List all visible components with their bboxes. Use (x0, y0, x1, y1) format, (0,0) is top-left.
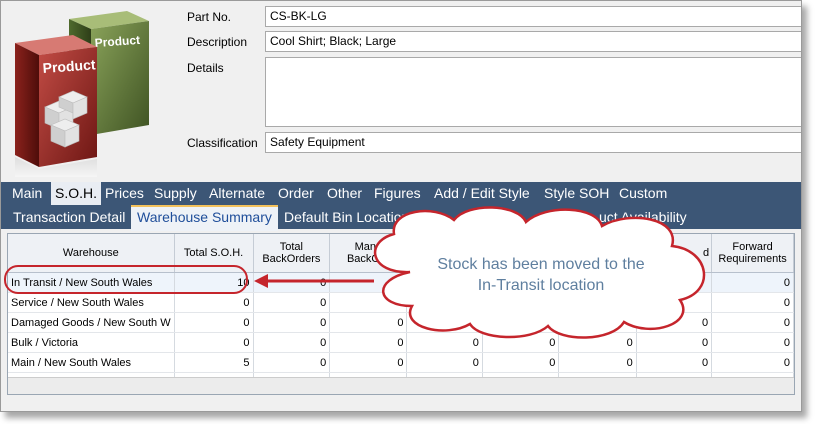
tab-alternate[interactable]: Alternate (209, 182, 265, 205)
col-forward-requirements[interactable]: Forward Requirements (711, 234, 794, 273)
cell-total-backorders: 0 (253, 332, 331, 353)
product-box-image: Product Product (15, 11, 149, 177)
cell-total-backorders: 0 (253, 292, 331, 313)
cell-total-backorders: 0 (253, 312, 331, 333)
tab-supply[interactable]: Supply (154, 182, 197, 205)
col-total-backorders[interactable]: Total BackOrders (253, 234, 331, 273)
tab-main[interactable]: Main (12, 182, 42, 205)
cell-total-soh: 0 (174, 292, 254, 313)
tab-prices[interactable]: Prices (105, 182, 144, 205)
part-no-field[interactable]: CS-BK-LG (265, 6, 801, 27)
cell-total-backorders: 0 (253, 352, 331, 373)
tab-order[interactable]: Order (278, 182, 314, 205)
classification-field[interactable]: Safety Equipment (265, 132, 801, 153)
cell-warehouse: Service / New South Wales (8, 292, 175, 313)
table-row[interactable]: Main / New South Wales 5 0 0 0 0 0 0 0 (8, 352, 794, 373)
highlight-oval (4, 265, 248, 294)
cell: 0 (329, 352, 408, 373)
description-field[interactable]: Cool Shirt; Black; Large (265, 31, 801, 52)
cell-warehouse: Damaged Goods / New South W (8, 312, 175, 333)
cell-total-soh: 5 (174, 352, 254, 373)
callout-line-2: In-Transit location (477, 277, 605, 294)
cell-forward-requirements: 0 (711, 272, 794, 293)
description-label: Description (187, 35, 248, 49)
part-no-label: Part No. (187, 10, 232, 24)
cell: 0 (636, 352, 713, 373)
tab-soh[interactable]: S.O.H. (51, 182, 102, 205)
horizontal-scrollbar[interactable] (8, 377, 794, 394)
cell-forward-requirements: 0 (711, 292, 794, 313)
cell: 0 (482, 352, 560, 373)
cell: 0 (558, 352, 637, 373)
callout-text: Stock has been moved to the In-Transit l… (378, 254, 704, 296)
tab-warehouse-summary[interactable]: Warehouse Summary (131, 205, 278, 231)
classification-label: Classification (187, 136, 258, 150)
cell-total-soh: 0 (174, 332, 254, 353)
callout-line-1: Stock has been moved to the (437, 256, 645, 273)
details-label: Details (187, 61, 224, 75)
cell-forward-requirements: 0 (711, 312, 794, 333)
cell-forward-requirements: 0 (711, 352, 794, 373)
tab-transaction-detail[interactable]: Transaction Detail (13, 205, 125, 229)
details-field[interactable] (265, 57, 801, 127)
cell: 0 (406, 352, 483, 373)
cell-total-soh: 0 (174, 312, 254, 333)
cell-warehouse: Bulk / Victoria (8, 332, 175, 353)
cell-warehouse: Main / New South Wales (8, 352, 175, 373)
cell-forward-requirements: 0 (711, 332, 794, 353)
